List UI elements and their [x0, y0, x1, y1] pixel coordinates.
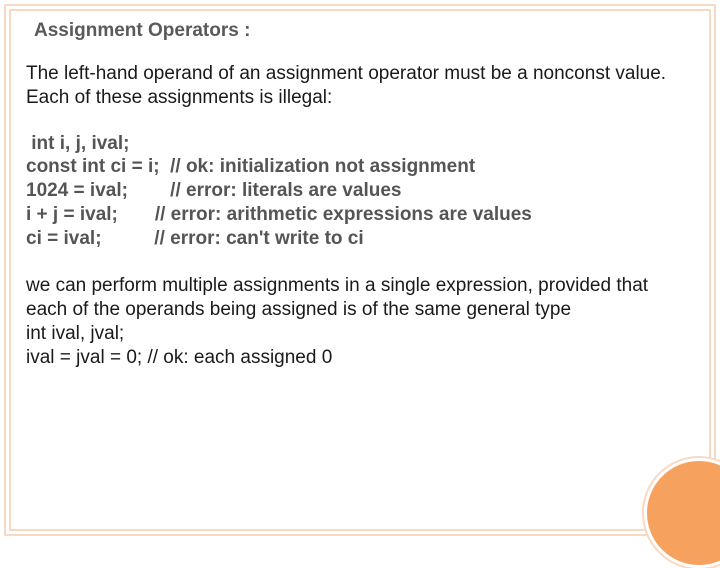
slide-heading: Assignment Operators : [34, 20, 694, 42]
intro-paragraph: The left-hand operand of an assignment o… [26, 62, 694, 110]
code-block: int i, j, ival; const int ci = i; // ok:… [26, 132, 694, 251]
outro-paragraph: we can perform multiple assignments in a… [26, 274, 694, 369]
slide-content: Assignment Operators : The left-hand ope… [26, 20, 694, 520]
